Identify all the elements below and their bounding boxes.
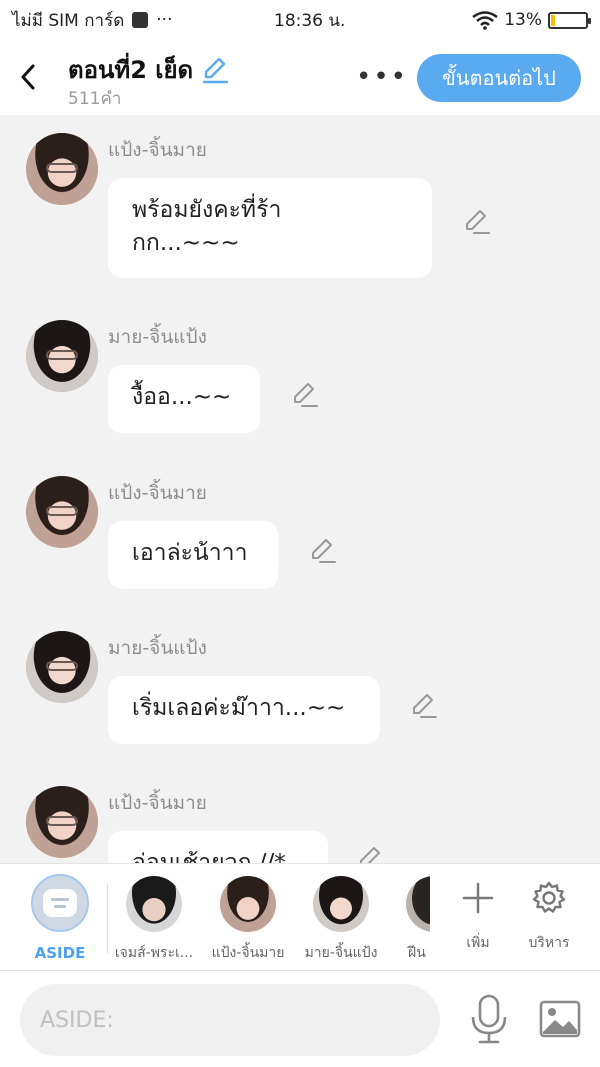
message-sender: มาย-จิ้นแป้ง: [108, 326, 207, 348]
character-item[interactable]: ฝีน: [390, 876, 430, 964]
edit-message-icon[interactable]: [462, 207, 492, 237]
chapter-title-text: ตอนที่2 เย็ด: [68, 56, 194, 84]
pencil-icon[interactable]: [201, 56, 229, 84]
input-bar: [0, 971, 600, 1067]
divider: [107, 884, 108, 954]
avatar[interactable]: [26, 133, 98, 205]
character-item[interactable]: แป้ง-จิ้นมาย: [203, 876, 293, 964]
edit-message-icon[interactable]: [409, 691, 439, 721]
notification-icon: [132, 12, 149, 28]
avatar[interactable]: [26, 320, 98, 392]
chapter-title[interactable]: ตอนที่2 เย็ด: [68, 50, 229, 89]
aside-selector[interactable]: ASIDE: [15, 874, 105, 962]
status-time: 18:36 น.: [274, 10, 346, 31]
edit-message-icon[interactable]: [290, 380, 320, 410]
more-options-button[interactable]: •••: [356, 62, 408, 92]
add-character-button[interactable]: เพิ่ม: [443, 878, 513, 954]
edit-message-icon[interactable]: [356, 844, 386, 863]
character-avatar: [220, 876, 276, 932]
gear-icon: [532, 881, 566, 913]
manage-characters-button[interactable]: บริหาร: [514, 878, 584, 954]
edit-message-icon[interactable]: [308, 536, 338, 566]
message-sender: แป้ง-จิ้นมาย: [108, 792, 207, 814]
character-avatar: [406, 876, 430, 932]
chevron-left-icon: [21, 64, 35, 90]
message-input[interactable]: [20, 984, 440, 1056]
battery-percent: 13%: [504, 10, 542, 30]
message-sender: แป้ง-จิ้นมาย: [108, 482, 207, 504]
message-bubble[interactable]: เริ่มเลอค่ะม๊าาา...~~: [108, 676, 380, 744]
avatar[interactable]: [26, 476, 98, 548]
character-bar: ASIDE เจมส์-พระเ... แป้ง-จิ้นมาย มาย-จิ้…: [0, 863, 600, 971]
battery-icon: [548, 11, 591, 29]
character-avatar: [126, 876, 182, 932]
carrier-text: ไม่มี SIM การ์ด: [12, 10, 125, 31]
character-name: ฝีน: [408, 945, 426, 961]
status-left: ไม่มี SIM การ์ด ···: [12, 7, 242, 34]
word-count: 511คำ: [68, 89, 122, 109]
character-name: เจมส์-พระเ...: [114, 945, 194, 961]
message-sender: แป้ง-จิ้นมาย: [108, 139, 207, 161]
battery-fill: [551, 14, 555, 26]
aside-icon: [31, 874, 89, 932]
character-item[interactable]: มาย-จิ้นแป้ง: [296, 876, 386, 964]
manage-label: บริหาร: [528, 935, 570, 951]
header: ตอนที่2 เย็ด 511คำ ••• ขั้นตอนต่อไป: [0, 40, 600, 115]
character-avatar: [313, 876, 369, 932]
aside-label: ASIDE: [34, 944, 86, 962]
add-label: เพิ่ม: [466, 935, 490, 951]
chat-area[interactable]: แป้ง-จิ้นมาย พร้อมยังคะที่ร้า กก...~~~ ม…: [0, 115, 600, 863]
status-right: 13%: [472, 10, 591, 30]
avatar[interactable]: [26, 786, 98, 858]
message-bubble[interactable]: งื้ออ...~~: [108, 365, 260, 433]
wifi-icon: [472, 11, 498, 30]
message-sender: มาย-จิ้นแป้ง: [108, 637, 207, 659]
plus-icon: [462, 882, 494, 914]
character-name: มาย-จิ้นแป้ง: [304, 945, 378, 961]
character-item[interactable]: เจมส์-พระเ...: [109, 876, 199, 964]
status-bar: ไม่มี SIM การ์ด ··· 18:36 น. 13%: [0, 0, 600, 40]
avatar[interactable]: [26, 631, 98, 703]
image-icon[interactable]: [538, 997, 582, 1041]
back-button[interactable]: [14, 60, 42, 94]
message-bubble[interactable]: อ่อมเช้ายวก //*: [108, 831, 328, 863]
character-name: แป้ง-จิ้นมาย: [211, 945, 285, 961]
next-step-button[interactable]: ขั้นตอนต่อไป: [417, 54, 581, 102]
message-bubble[interactable]: พร้อมยังคะที่ร้า กก...~~~: [108, 178, 432, 278]
message-bubble[interactable]: เอาล่ะน้าาา: [108, 521, 278, 589]
microphone-icon[interactable]: [467, 993, 511, 1045]
status-dots: ···: [156, 10, 173, 30]
